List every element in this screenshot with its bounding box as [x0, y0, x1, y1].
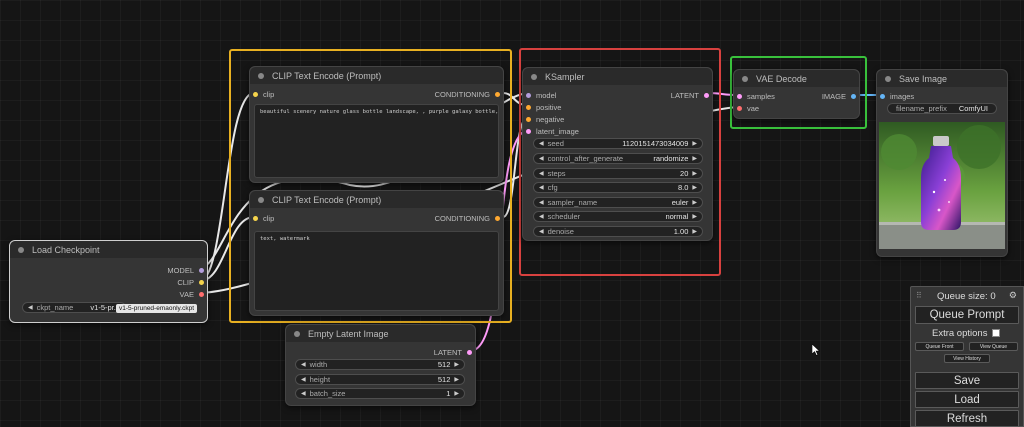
- filename-prefix-widget[interactable]: filename_prefix ComfyUI: [887, 103, 997, 114]
- mouse-cursor-icon: [812, 344, 820, 356]
- clip-text-encode-positive-node[interactable]: CLIP Text Encode (Prompt) clip CONDITION…: [249, 66, 504, 183]
- output-vae[interactable]: VAE: [180, 289, 204, 299]
- node-collapse-dot[interactable]: [18, 246, 24, 253]
- decrement-arrow-icon[interactable]: ◀: [28, 304, 33, 311]
- sampler-name-widget[interactable]: ◀ sampler_name euler ▶: [533, 197, 703, 208]
- extra-options-checkbox[interactable]: [992, 329, 1000, 337]
- view-queue-button[interactable]: View Queue: [969, 342, 1018, 351]
- steps-widget[interactable]: ◀ steps 20 ▶: [533, 168, 703, 179]
- save-button[interactable]: Save: [915, 372, 1019, 389]
- node-collapse-dot[interactable]: [531, 73, 537, 80]
- input-clip[interactable]: clip: [253, 89, 274, 99]
- output-latent[interactable]: LATENT: [671, 90, 709, 100]
- wire-clip-positive: [199, 92, 255, 282]
- height-widget[interactable]: ◀ height 512 ▶: [295, 374, 465, 385]
- clip-positive-title[interactable]: CLIP Text Encode (Prompt): [250, 67, 503, 84]
- node-collapse-dot[interactable]: [294, 330, 300, 337]
- width-widget[interactable]: ◀ width 512 ▶: [295, 359, 465, 370]
- output-model[interactable]: MODEL: [167, 265, 204, 275]
- clip-text-encode-negative-node[interactable]: CLIP Text Encode (Prompt) clip CONDITION…: [249, 190, 504, 316]
- generated-image-preview[interactable]: [879, 122, 1005, 249]
- save-image-title[interactable]: Save Image: [877, 70, 1007, 87]
- output-latent[interactable]: LATENT: [434, 347, 472, 357]
- output-conditioning[interactable]: CONDITIONING: [435, 213, 500, 223]
- empty-latent-image-node[interactable]: Empty Latent Image LATENT ◀ width 512 ▶ ◀ he…: [285, 324, 476, 406]
- settings-gear-icon[interactable]: ⚙: [1009, 290, 1017, 301]
- node-collapse-dot[interactable]: [742, 75, 748, 82]
- node-collapse-dot[interactable]: [258, 196, 264, 203]
- queue-size-label: Queue size: 0: [937, 291, 996, 302]
- batch-size-widget[interactable]: ◀ batch_size 1 ▶: [295, 388, 465, 399]
- output-image[interactable]: IMAGE: [822, 91, 856, 101]
- connection-wires: [199, 92, 886, 352]
- seed-widget[interactable]: ◀ seed 1120151473034009 ▶: [533, 138, 703, 149]
- input-negative[interactable]: negative: [526, 114, 564, 124]
- load-checkpoint-title[interactable]: Load Checkpoint: [10, 241, 207, 258]
- queue-prompt-button[interactable]: Queue Prompt: [915, 306, 1019, 324]
- input-model[interactable]: model: [526, 90, 556, 100]
- denoise-widget[interactable]: ◀ denoise 1.00 ▶: [533, 226, 703, 237]
- ksampler-title[interactable]: KSampler: [523, 68, 712, 85]
- ksampler-node[interactable]: KSampler model positive negative latent_…: [522, 67, 713, 241]
- ckpt-name-widget[interactable]: ◀ ckpt_name v1-5-pr...: [22, 302, 126, 313]
- extra-options-label: Extra options: [932, 328, 988, 339]
- drag-handle-icon[interactable]: ⠿: [916, 291, 922, 300]
- node-title-text: Load Checkpoint: [32, 244, 100, 255]
- vae-decode-title[interactable]: VAE Decode: [734, 70, 859, 87]
- input-positive[interactable]: positive: [526, 102, 561, 112]
- control-after-generate-widget[interactable]: ◀ control_after_generate randomize ▶: [533, 153, 703, 164]
- input-samples[interactable]: samples: [737, 91, 775, 101]
- refresh-button[interactable]: Refresh: [915, 410, 1019, 427]
- input-vae[interactable]: vae: [737, 103, 759, 113]
- output-conditioning[interactable]: CONDITIONING: [435, 89, 500, 99]
- ckpt-tooltip: v1-5-pruned-emaonly.ckpt: [116, 304, 198, 313]
- node-collapse-dot[interactable]: [258, 72, 264, 79]
- load-button[interactable]: Load: [915, 391, 1019, 408]
- output-clip[interactable]: CLIP: [177, 277, 204, 287]
- scheduler-widget[interactable]: ◀ scheduler normal ▶: [533, 211, 703, 222]
- queue-panel: ⠿ Queue size: 0 ⚙ Queue Prompt Extra opt…: [910, 286, 1024, 427]
- clip-negative-title[interactable]: CLIP Text Encode (Prompt): [250, 191, 503, 208]
- input-clip[interactable]: clip: [253, 213, 274, 223]
- queue-front-button[interactable]: Queue Front: [915, 342, 964, 351]
- wire-clip-negative: [199, 216, 255, 282]
- input-latent-image[interactable]: latent_image: [526, 126, 579, 136]
- cfg-widget[interactable]: ◀ cfg 8.0 ▶: [533, 182, 703, 193]
- node-collapse-dot[interactable]: [885, 75, 891, 82]
- vae-decode-node[interactable]: VAE Decode samples vae IMAGE: [733, 69, 860, 119]
- empty-latent-title[interactable]: Empty Latent Image: [286, 325, 475, 342]
- negative-prompt-textarea[interactable]: text, watermark: [254, 231, 499, 311]
- positive-prompt-textarea[interactable]: beautiful scenery nature glass bottle la…: [254, 104, 499, 178]
- view-history-button[interactable]: View History: [944, 354, 990, 363]
- save-image-node[interactable]: Save Image images filename_prefix ComfyUI: [876, 69, 1008, 257]
- input-images[interactable]: images: [880, 91, 914, 101]
